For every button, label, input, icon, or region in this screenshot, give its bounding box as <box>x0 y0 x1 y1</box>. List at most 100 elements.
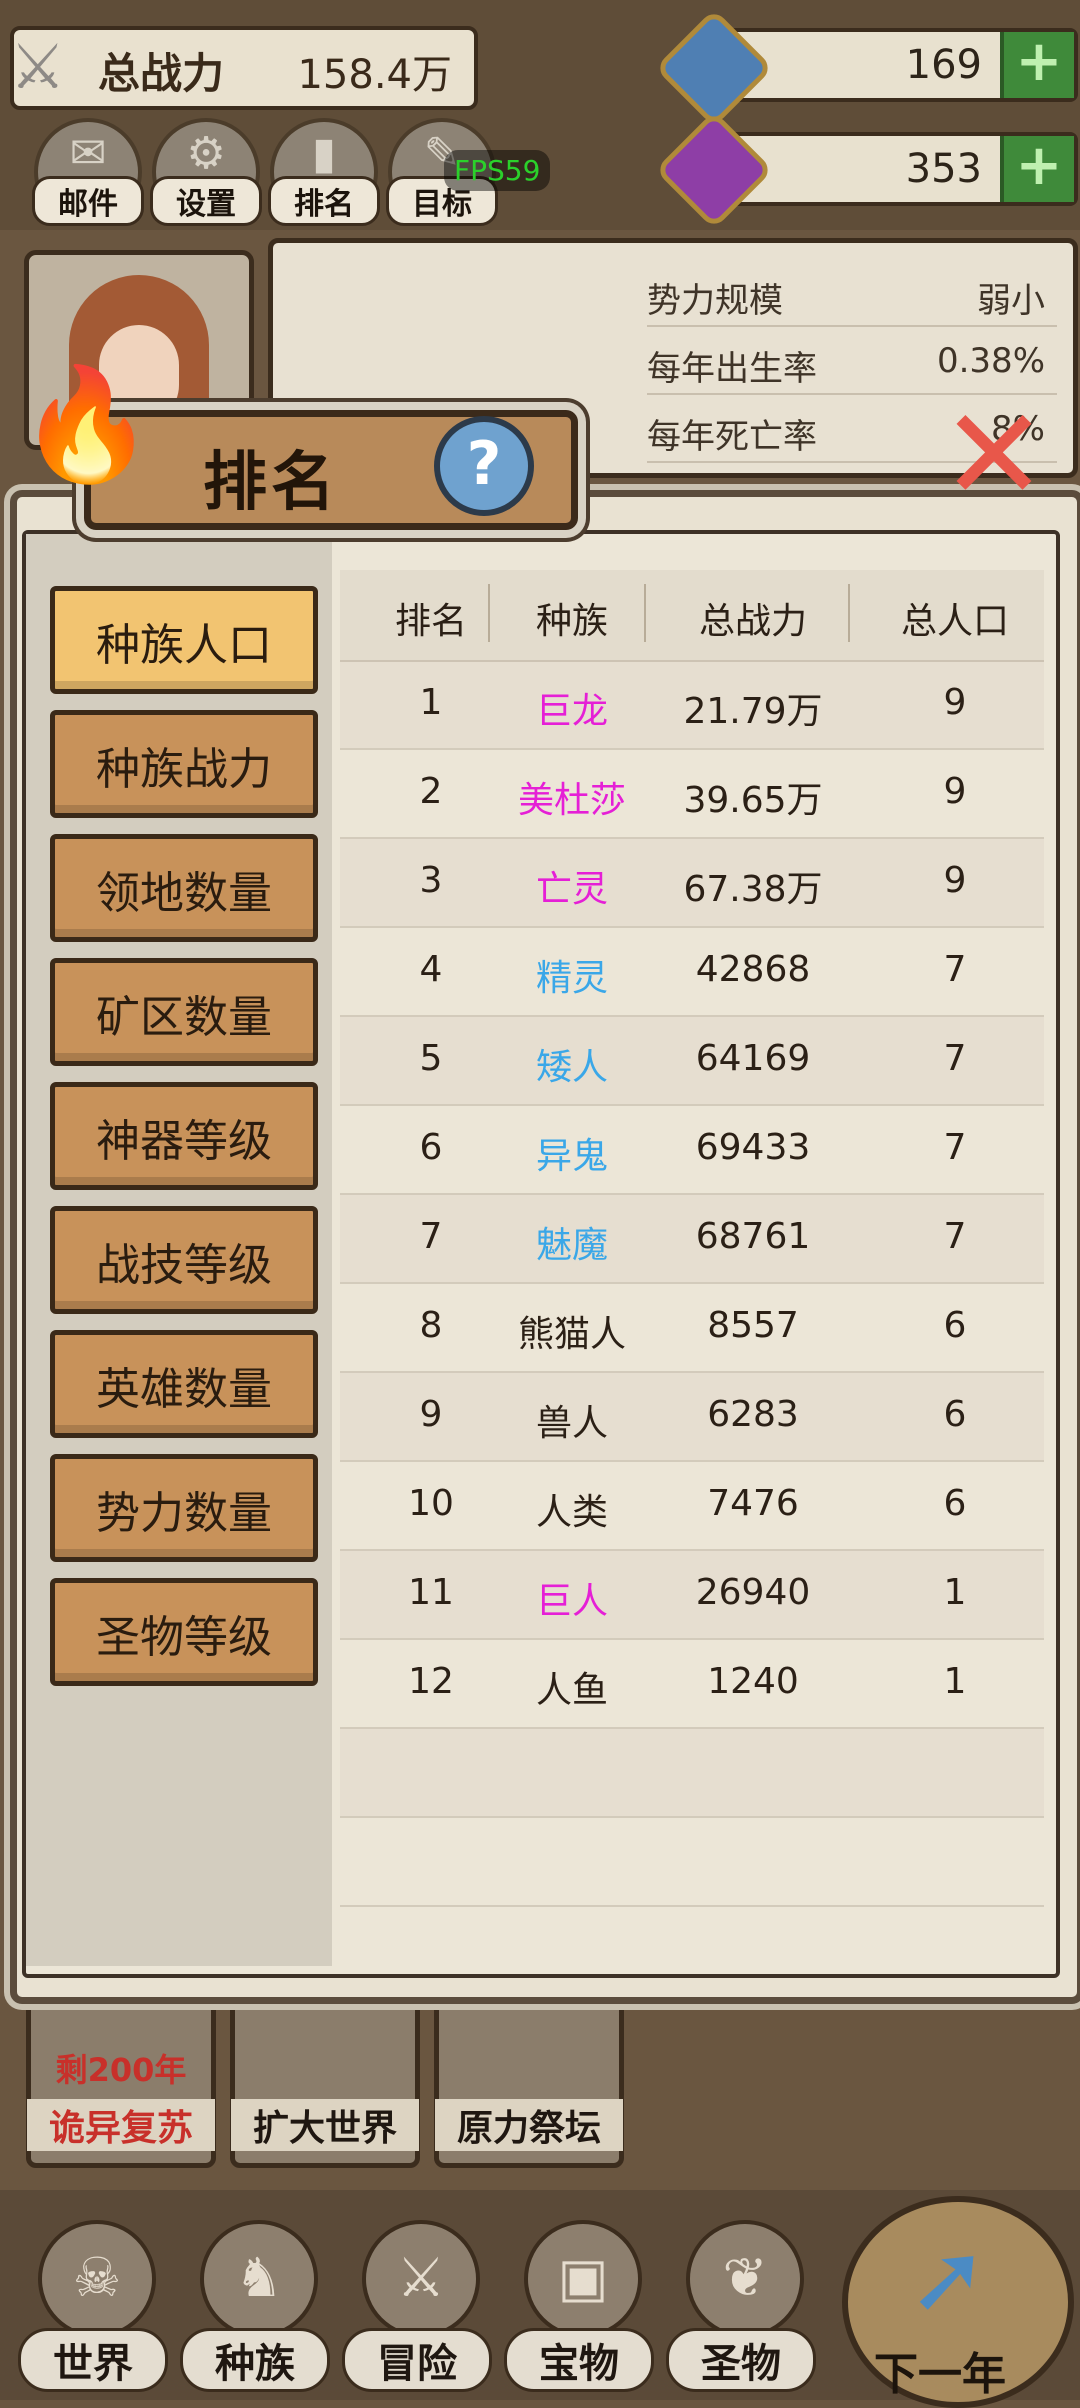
category-hero-count[interactable]: 英雄数量 <box>50 1330 318 1438</box>
cell-power: 67.38万 <box>683 869 823 910</box>
cell-rank: 11 <box>408 1572 454 1613</box>
nav-world-label: 世界 <box>18 2328 168 2392</box>
cell-rank: 9 <box>419 1394 443 1435</box>
fps-counter: FPS59 <box>444 150 551 191</box>
ranking-button[interactable]: ▮ 排名 <box>268 118 380 226</box>
settings-button[interactable]: ⚙ 设置 <box>150 118 262 226</box>
ranking-label: 排名 <box>268 176 380 226</box>
table-row-empty <box>340 1728 1044 1818</box>
next-year-arrow-icon: ➚ <box>908 2222 989 2334</box>
category-race-population[interactable]: 种族人口 <box>50 586 318 694</box>
cell-race: 精灵 <box>535 958 608 999</box>
cell-rank: 10 <box>408 1483 454 1524</box>
nav-race[interactable]: ♞ 种族 <box>180 2210 330 2392</box>
expand-world-button[interactable]: 扩大世界 <box>230 1990 420 2168</box>
table-row: 9 兽人 6283 6 <box>340 1372 1044 1462</box>
info-row: 势力规模 弱小 <box>647 261 1057 327</box>
category-territory-count[interactable]: 领地数量 <box>50 834 318 942</box>
category-relic-level[interactable]: 圣物等级 <box>50 1578 318 1686</box>
world-icon: ☠ <box>38 2220 156 2338</box>
cell-power: 69433 <box>695 1127 811 1168</box>
header-divider <box>848 584 850 642</box>
next-year-button[interactable]: ➚ 下一年 <box>842 2196 1074 2408</box>
category-faction-count[interactable]: 势力数量 <box>50 1454 318 1562</box>
category-label: 矿区数量 <box>96 992 272 1043</box>
modal-title: 排名 <box>203 446 339 520</box>
table-row: 8 熊猫人 8557 6 <box>340 1283 1044 1373</box>
category-label: 圣物等级 <box>96 1612 272 1663</box>
table-row: 12 人鱼 1240 1 <box>340 1639 1044 1729</box>
header-population: 总人口 <box>900 601 1009 642</box>
cell-race: 矮人 <box>535 1047 608 1088</box>
ranking-icon: ▮ <box>311 128 337 179</box>
force-altar-label: 原力祭坛 <box>435 2099 623 2151</box>
category-label: 英雄数量 <box>96 1364 272 1415</box>
weird-revival-button[interactable]: 剩200年 诡异复苏 <box>26 1990 216 2168</box>
nav-world[interactable]: ☠ 世界 <box>18 2210 168 2392</box>
help-button[interactable]: ? <box>434 416 534 516</box>
settings-label: 设置 <box>150 176 262 226</box>
cell-power: 7476 <box>707 1483 799 1524</box>
cell-power: 39.65万 <box>683 780 823 821</box>
cell-race: 美杜莎 <box>517 780 626 821</box>
table-row-empty <box>340 1817 1044 1907</box>
table-row: 1 巨龙 21.79万 9 <box>340 660 1044 750</box>
weird-revival-countdown: 剩200年 <box>55 2051 187 2089</box>
category-mine-count[interactable]: 矿区数量 <box>50 958 318 1066</box>
cell-rank: 2 <box>419 771 443 812</box>
resource-1-value: 169 <box>905 42 982 88</box>
expand-world-label: 扩大世界 <box>231 2099 419 2151</box>
category-label: 领地数量 <box>96 868 272 919</box>
cell-power: 42868 <box>695 949 811 990</box>
cell-power: 8557 <box>707 1305 799 1346</box>
cell-population: 6 <box>943 1394 967 1435</box>
force-altar-button[interactable]: 原力祭坛 <box>434 1990 624 2168</box>
category-skill-level[interactable]: 战技等级 <box>50 1206 318 1314</box>
cell-rank: 4 <box>419 949 443 990</box>
cell-power: 1240 <box>707 1661 799 1702</box>
cell-rank: 8 <box>419 1305 443 1346</box>
table-row: 10 人类 7476 6 <box>340 1461 1044 1551</box>
relic-icon: ❦ <box>686 2220 804 2338</box>
cell-race: 巨龙 <box>535 691 608 732</box>
cell-race: 异鬼 <box>535 1136 608 1177</box>
cell-population: 1 <box>943 1572 967 1613</box>
mail-button[interactable]: ✉ 邮件 <box>32 118 144 226</box>
cell-population: 9 <box>943 682 967 723</box>
cell-rank: 3 <box>419 860 443 901</box>
resource-2-add-button[interactable]: + <box>1000 136 1074 202</box>
category-artifact-level[interactable]: 神器等级 <box>50 1082 318 1190</box>
nav-adventure[interactable]: ⚔ 冒险 <box>342 2210 492 2392</box>
info-value: 弱小 <box>977 281 1045 321</box>
cell-population: 6 <box>943 1305 967 1346</box>
close-button[interactable]: ✕ <box>930 392 1058 524</box>
cell-population: 6 <box>943 1483 967 1524</box>
total-power-label: 总战力 <box>98 49 225 98</box>
header-divider <box>488 584 490 642</box>
sword-icon: ⚔ <box>10 30 66 103</box>
nav-adventure-label: 冒险 <box>342 2328 492 2392</box>
adventure-icon: ⚔ <box>362 2220 480 2338</box>
cell-population: 7 <box>943 1038 967 1079</box>
nav-relic[interactable]: ❦ 圣物 <box>666 2210 816 2392</box>
treasure-icon: ▣ <box>524 2220 642 2338</box>
category-label: 势力数量 <box>96 1488 272 1539</box>
info-key: 势力规模 <box>647 281 783 321</box>
info-value: 0.38% <box>936 341 1045 381</box>
resource-2-value: 353 <box>905 146 982 192</box>
cell-population: 1 <box>943 1661 967 1702</box>
cell-race: 人鱼 <box>535 1670 608 1711</box>
cell-power: 21.79万 <box>683 691 823 732</box>
info-key: 每年出生率 <box>647 349 817 389</box>
mail-label: 邮件 <box>32 176 144 226</box>
resource-1-add-button[interactable]: + <box>1000 32 1074 98</box>
ranking-table-header: 排名 种族 总战力 总人口 <box>340 570 1044 662</box>
category-race-power[interactable]: 种族战力 <box>50 710 318 818</box>
nav-race-label: 种族 <box>180 2328 330 2392</box>
nav-treasure[interactable]: ▣ 宝物 <box>504 2210 654 2392</box>
cell-population: 7 <box>943 949 967 990</box>
table-row: 6 异鬼 69433 7 <box>340 1105 1044 1195</box>
cell-population: 9 <box>943 860 967 901</box>
info-key: 每年死亡率 <box>647 417 817 457</box>
table-row: 11 巨人 26940 1 <box>340 1550 1044 1640</box>
